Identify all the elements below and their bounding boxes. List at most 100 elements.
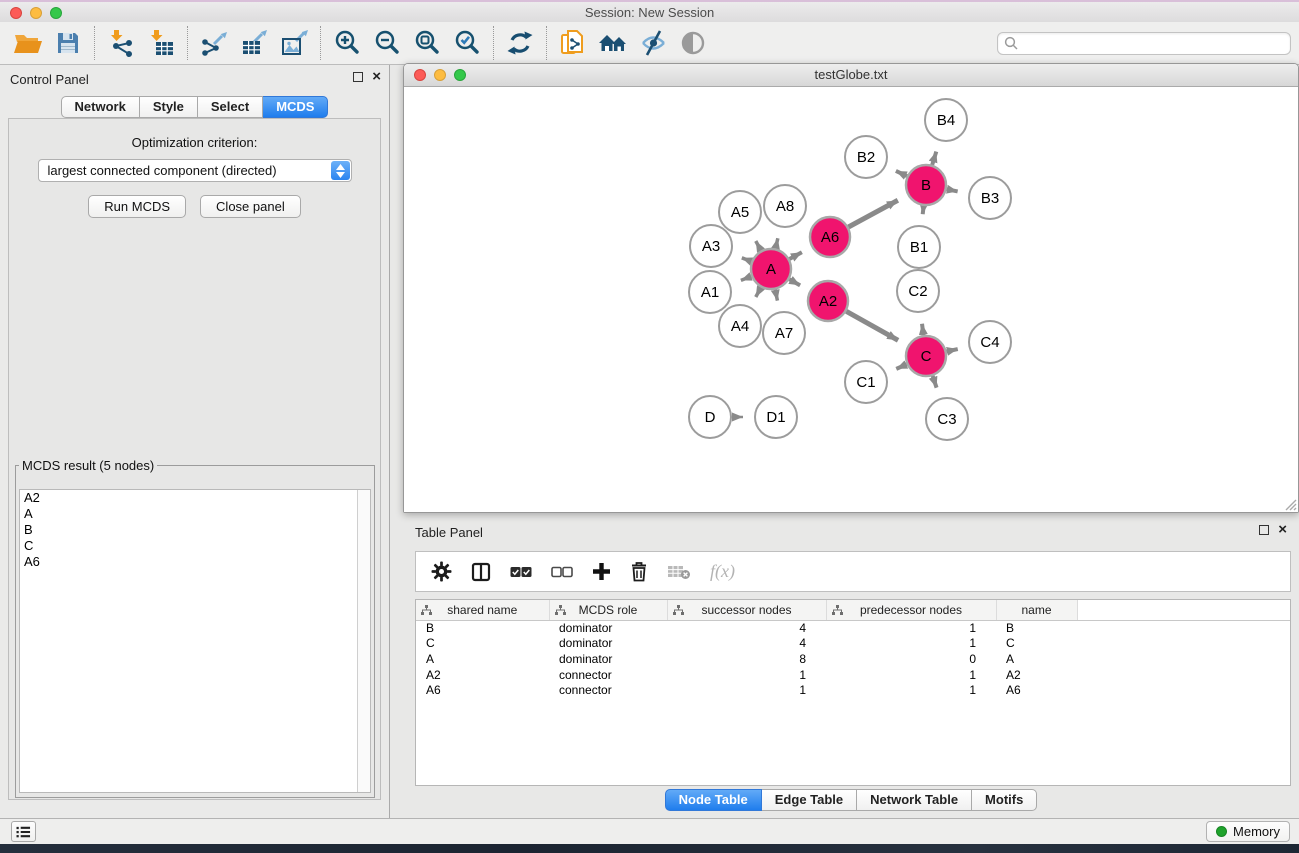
tab-network[interactable]: Network — [61, 96, 140, 118]
graph-edge-B-B4[interactable] — [932, 152, 936, 165]
cell-shared-name[interactable]: B — [416, 620, 549, 636]
close-table-panel-icon[interactable]: × — [1278, 525, 1287, 535]
column-header-shared-name[interactable]: shared name — [416, 600, 549, 620]
add-column-button[interactable] — [592, 559, 611, 585]
zoom-in-button[interactable] — [327, 25, 367, 61]
cell-successor-nodes[interactable]: 4 — [667, 636, 826, 652]
export-table-button[interactable] — [234, 25, 274, 61]
cell-name[interactable]: C — [996, 636, 1077, 652]
graph-edge-B-B1[interactable] — [923, 206, 924, 214]
table-row[interactable]: Adominator80A — [416, 651, 1291, 667]
search-input[interactable] — [1018, 36, 1284, 51]
run-mcds-button[interactable]: Run MCDS — [88, 195, 186, 218]
resize-grip[interactable] — [1283, 497, 1297, 511]
graph-edge-C-C2[interactable] — [922, 324, 923, 335]
column-header-mcds-role[interactable]: MCDS role — [549, 600, 667, 620]
criterion-select[interactable]: largest connected component (directed) — [38, 159, 352, 182]
graph-node-C[interactable]: C — [906, 336, 946, 376]
first-neighbors-button[interactable] — [593, 25, 633, 61]
tab-select[interactable]: Select — [198, 96, 263, 118]
graph-edge-A-A6[interactable] — [789, 252, 801, 259]
tab-mcds[interactable]: MCDS — [263, 96, 328, 118]
cell-mcds-role[interactable]: dominator — [549, 651, 667, 667]
column-header-successor-nodes[interactable]: successor nodes — [667, 600, 826, 620]
import-table-button[interactable] — [141, 25, 181, 61]
deselect-all-button[interactable] — [551, 559, 573, 585]
tab-motifs[interactable]: Motifs — [972, 789, 1037, 811]
search-field[interactable] — [997, 32, 1291, 55]
table-settings-button[interactable] — [431, 559, 452, 585]
table-row[interactable]: A6connector11A6 — [416, 682, 1291, 698]
refresh-view-button[interactable] — [500, 25, 540, 61]
cell-name[interactable]: A2 — [996, 667, 1077, 683]
graph-node-D[interactable]: D — [689, 396, 731, 438]
column-header-name[interactable]: name — [996, 600, 1077, 620]
graph-node-A[interactable]: A — [751, 249, 791, 289]
tab-network-table[interactable]: Network Table — [857, 789, 972, 811]
import-network-button[interactable] — [101, 25, 141, 61]
graph-edge-C-C1[interactable] — [896, 364, 906, 369]
cell-mcds-role[interactable]: dominator — [549, 620, 667, 636]
graph-node-A7[interactable]: A7 — [763, 312, 805, 354]
graph-edge-A-A2[interactable] — [789, 279, 800, 285]
graph-node-C3[interactable]: C3 — [926, 398, 968, 440]
graph-node-B2[interactable]: B2 — [845, 136, 887, 178]
cell-mcds-role[interactable]: connector — [549, 667, 667, 683]
export-image-button[interactable] — [274, 25, 314, 61]
graph-edge-A6-B[interactable] — [848, 200, 897, 227]
tab-edge-table[interactable]: Edge Table — [762, 789, 857, 811]
table-row[interactable]: Bdominator41B — [416, 620, 1291, 636]
columns-visibility-button[interactable] — [471, 559, 491, 585]
cell-predecessor-nodes[interactable]: 1 — [826, 636, 996, 652]
tab-style[interactable]: Style — [140, 96, 198, 118]
mcds-result-item[interactable]: A2 — [20, 490, 370, 506]
cell-successor-nodes[interactable]: 1 — [667, 682, 826, 698]
graph-node-A4[interactable]: A4 — [719, 305, 761, 347]
graph-edge-B-B3[interactable] — [947, 189, 958, 191]
graph-node-A3[interactable]: A3 — [690, 225, 732, 267]
graph-edge-C-C4[interactable] — [947, 349, 958, 351]
mcds-result-item[interactable]: C — [20, 538, 370, 554]
float-panel-icon[interactable] — [353, 72, 363, 82]
select-all-button[interactable] — [510, 559, 532, 585]
graph-edge-A-A8[interactable] — [776, 238, 778, 248]
cell-mcds-role[interactable]: connector — [549, 682, 667, 698]
graph-node-A6[interactable]: A6 — [810, 217, 850, 257]
cell-shared-name[interactable]: A — [416, 651, 549, 667]
graph-node-C1[interactable]: C1 — [845, 361, 887, 403]
graph-node-D1[interactable]: D1 — [755, 396, 797, 438]
graph-node-B1[interactable]: B1 — [898, 226, 940, 268]
graph-node-B[interactable]: B — [906, 165, 946, 205]
cell-predecessor-nodes[interactable]: 1 — [826, 620, 996, 636]
table-row[interactable]: Cdominator41C — [416, 636, 1291, 652]
network-close-button[interactable] — [414, 69, 426, 81]
graph-edge-C-C3[interactable] — [933, 376, 937, 388]
new-session-from-selection-button[interactable] — [553, 25, 593, 61]
zoom-out-button[interactable] — [367, 25, 407, 61]
mcds-result-item[interactable]: A — [20, 506, 370, 522]
graph-node-B4[interactable]: B4 — [925, 99, 967, 141]
zoom-selected-button[interactable] — [447, 25, 487, 61]
mcds-result-item[interactable]: A6 — [20, 554, 370, 570]
close-panel-button[interactable]: Close panel — [200, 195, 301, 218]
cell-shared-name[interactable]: A2 — [416, 667, 549, 683]
table-row[interactable]: A2connector11A2 — [416, 667, 1291, 683]
float-table-panel-icon[interactable] — [1259, 525, 1269, 535]
cell-successor-nodes[interactable]: 1 — [667, 667, 826, 683]
cell-predecessor-nodes[interactable]: 1 — [826, 682, 996, 698]
cell-shared-name[interactable]: A6 — [416, 682, 549, 698]
cell-name[interactable]: B — [996, 620, 1077, 636]
graph-node-A5[interactable]: A5 — [719, 191, 761, 233]
cell-predecessor-nodes[interactable]: 0 — [826, 651, 996, 667]
save-session-button[interactable] — [48, 25, 88, 61]
graph-edge-B-B2[interactable] — [896, 171, 907, 176]
graph-node-C2[interactable]: C2 — [897, 270, 939, 312]
export-network-button[interactable] — [194, 25, 234, 61]
cell-successor-nodes[interactable]: 8 — [667, 651, 826, 667]
network-canvas[interactable]: B4B2BB3A8A5A6A3B1AC2A1A2A4A7C4CC1C3DD1 — [404, 87, 1298, 512]
network-zoom-button[interactable] — [454, 69, 466, 81]
cell-predecessor-nodes[interactable]: 1 — [826, 667, 996, 683]
minimize-window-button[interactable] — [30, 7, 42, 19]
graph-node-B3[interactable]: B3 — [969, 177, 1011, 219]
hide-graphics-details-button[interactable] — [633, 25, 673, 61]
